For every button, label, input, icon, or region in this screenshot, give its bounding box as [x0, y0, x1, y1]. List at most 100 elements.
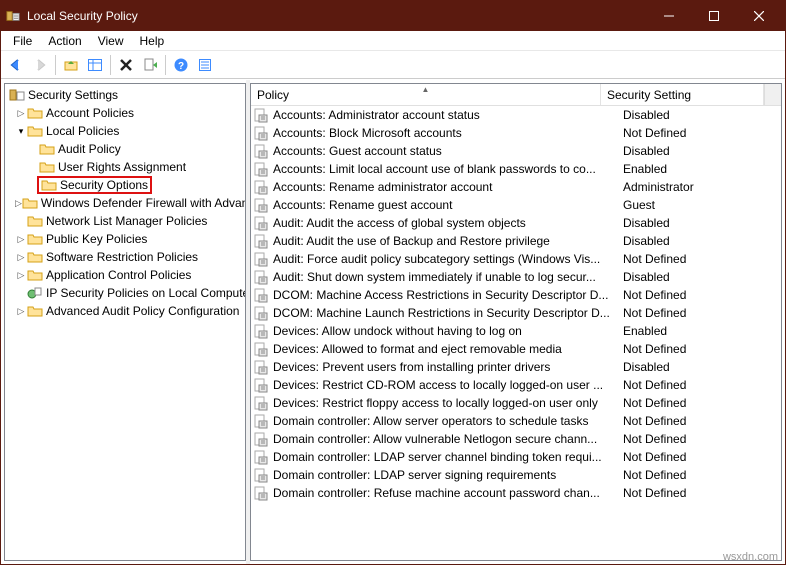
policy-icon — [253, 233, 269, 249]
list-row[interactable]: Accounts: Block Microsoft accountsNot De… — [251, 124, 781, 142]
menu-file[interactable]: File — [5, 32, 40, 50]
list-row[interactable]: Accounts: Rename guest accountGuest — [251, 196, 781, 214]
expander-open-icon[interactable]: ▾ — [15, 125, 27, 137]
list-row[interactable]: Devices: Allow undock without having to … — [251, 322, 781, 340]
maximize-button[interactable] — [691, 2, 736, 30]
help-button[interactable]: ? — [170, 54, 192, 76]
policy-icon — [253, 107, 269, 123]
list-row[interactable]: Domain controller: LDAP server signing r… — [251, 466, 781, 484]
scrollbar-header-stub — [764, 84, 781, 105]
policy-icon — [253, 467, 269, 483]
policy-icon — [253, 269, 269, 285]
tree-account-policies[interactable]: ▷ Account Policies — [5, 104, 245, 122]
expander-icon[interactable]: ▷ — [15, 251, 27, 263]
export-button[interactable] — [139, 54, 161, 76]
policy-setting: Not Defined — [617, 432, 781, 446]
policy-icon — [253, 305, 269, 321]
policy-icon — [253, 125, 269, 141]
folder-icon — [27, 303, 43, 319]
folder-icon — [27, 249, 43, 265]
policy-name: Accounts: Administrator account status — [273, 108, 617, 122]
close-button[interactable] — [736, 2, 781, 30]
menu-action[interactable]: Action — [40, 32, 89, 50]
expander-icon[interactable]: ▷ — [15, 197, 22, 209]
policy-name: Accounts: Limit local account use of bla… — [273, 162, 617, 176]
expander-icon[interactable]: ▷ — [15, 107, 27, 119]
menu-view[interactable]: View — [90, 32, 132, 50]
policy-icon — [253, 431, 269, 447]
delete-button[interactable] — [115, 54, 137, 76]
properties-button[interactable] — [194, 54, 216, 76]
policy-setting: Not Defined — [617, 450, 781, 464]
list-row[interactable]: Domain controller: LDAP server channel b… — [251, 448, 781, 466]
policy-setting: Disabled — [617, 234, 781, 248]
tree-local-policies[interactable]: ▾ Local Policies — [5, 122, 245, 140]
list-row[interactable]: Domain controller: Allow vulnerable Netl… — [251, 430, 781, 448]
tree-advanced-audit[interactable]: ▷ Advanced Audit Policy Configuration — [5, 302, 245, 320]
policy-icon — [253, 485, 269, 501]
column-policy[interactable]: ▲ Policy — [251, 84, 601, 105]
list-row[interactable]: Devices: Restrict floppy access to local… — [251, 394, 781, 412]
tree-network-list[interactable]: Network List Manager Policies — [5, 212, 245, 230]
list-row[interactable]: Audit: Shut down system immediately if u… — [251, 268, 781, 286]
folder-icon — [27, 231, 43, 247]
list-row[interactable]: Audit: Audit the access of global system… — [251, 214, 781, 232]
menu-help[interactable]: Help — [132, 32, 173, 50]
list-row[interactable]: Accounts: Rename administrator accountAd… — [251, 178, 781, 196]
list-row[interactable]: Domain controller: Refuse machine accoun… — [251, 484, 781, 502]
forward-button[interactable] — [29, 54, 51, 76]
expander-icon[interactable]: ▷ — [15, 233, 27, 245]
list-body[interactable]: Accounts: Administrator account statusDi… — [251, 106, 781, 560]
folder-icon — [39, 141, 55, 157]
ip-security-icon — [27, 285, 43, 301]
policy-setting: Not Defined — [617, 252, 781, 266]
list-row[interactable]: Domain controller: Allow server operator… — [251, 412, 781, 430]
tree-ip-security[interactable]: IP Security Policies on Local Computer — [5, 284, 245, 302]
policy-icon — [253, 215, 269, 231]
minimize-button[interactable] — [646, 2, 691, 30]
app-window: Local Security Policy File Action View H… — [0, 0, 786, 565]
tree-pane[interactable]: Security Settings ▷ Account Policies ▾ L… — [4, 83, 246, 561]
menubar: File Action View Help — [1, 31, 785, 51]
policy-setting: Enabled — [617, 162, 781, 176]
policy-name: Accounts: Rename administrator account — [273, 180, 617, 194]
list-row[interactable]: Accounts: Limit local account use of bla… — [251, 160, 781, 178]
list-row[interactable]: Audit: Audit the use of Backup and Resto… — [251, 232, 781, 250]
list-row[interactable]: DCOM: Machine Launch Restrictions in Sec… — [251, 304, 781, 322]
tree-security-options[interactable]: Security Options — [5, 176, 245, 194]
policy-name: Devices: Restrict CD-ROM access to local… — [273, 378, 617, 392]
policy-setting: Not Defined — [617, 288, 781, 302]
folder-icon — [39, 159, 55, 175]
tree-public-key[interactable]: ▷ Public Key Policies — [5, 230, 245, 248]
list-row[interactable]: Accounts: Administrator account statusDi… — [251, 106, 781, 124]
policy-icon — [253, 143, 269, 159]
column-setting[interactable]: Security Setting — [601, 84, 764, 105]
list-row[interactable]: Devices: Prevent users from installing p… — [251, 358, 781, 376]
list-row[interactable]: DCOM: Machine Access Restrictions in Sec… — [251, 286, 781, 304]
policy-icon — [253, 323, 269, 339]
tree-app-control[interactable]: ▷ Application Control Policies — [5, 266, 245, 284]
list-row[interactable]: Audit: Force audit policy subcategory se… — [251, 250, 781, 268]
list-row[interactable]: Devices: Restrict CD-ROM access to local… — [251, 376, 781, 394]
tree-user-rights[interactable]: User Rights Assignment — [5, 158, 245, 176]
tree-audit-policy[interactable]: Audit Policy — [5, 140, 245, 158]
policy-icon — [253, 449, 269, 465]
back-button[interactable] — [5, 54, 27, 76]
expander-icon[interactable]: ▷ — [15, 305, 27, 317]
expander-icon[interactable]: ▷ — [15, 269, 27, 281]
show-tree-button[interactable] — [84, 54, 106, 76]
policy-setting: Disabled — [617, 108, 781, 122]
titlebar[interactable]: Local Security Policy — [1, 1, 785, 31]
list-row[interactable]: Accounts: Guest account statusDisabled — [251, 142, 781, 160]
list-row[interactable]: Devices: Allowed to format and eject rem… — [251, 340, 781, 358]
policy-setting: Not Defined — [617, 378, 781, 392]
tree-software-restriction[interactable]: ▷ Software Restriction Policies — [5, 248, 245, 266]
policy-icon — [253, 251, 269, 267]
body-panes: Security Settings ▷ Account Policies ▾ L… — [1, 79, 785, 564]
tree-firewall[interactable]: ▷ Windows Defender Firewall with Advance… — [5, 194, 245, 212]
policy-name: Devices: Allow undock without having to … — [273, 324, 617, 338]
policy-icon — [253, 377, 269, 393]
policy-icon — [253, 197, 269, 213]
up-folder-button[interactable] — [60, 54, 82, 76]
tree-root[interactable]: Security Settings — [5, 86, 245, 104]
